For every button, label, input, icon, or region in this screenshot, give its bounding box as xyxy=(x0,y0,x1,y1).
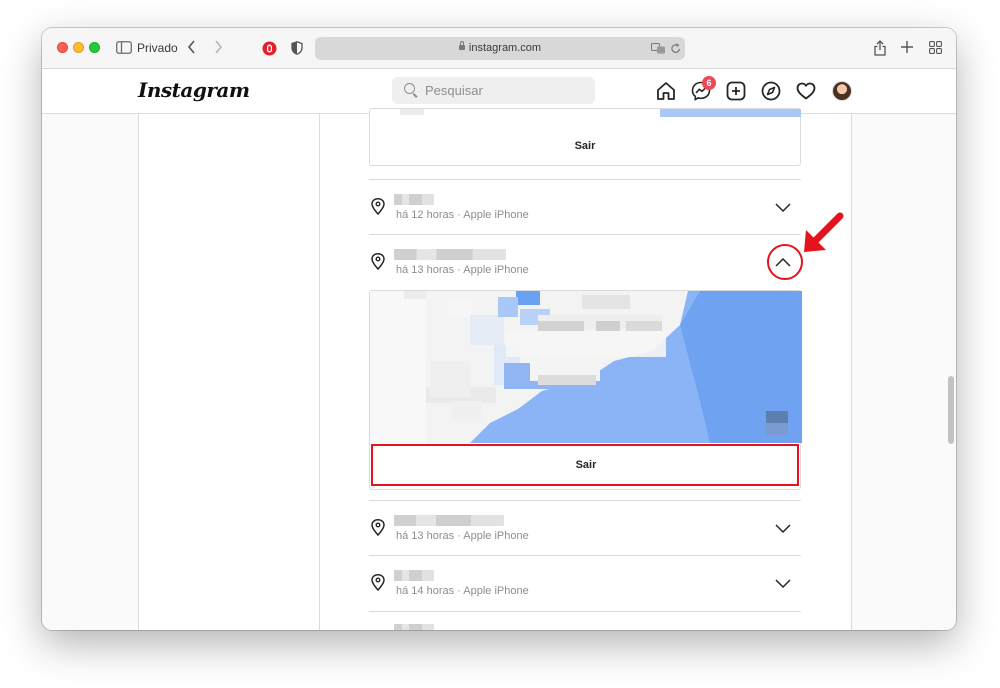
location-pin-icon xyxy=(371,574,385,596)
search-icon xyxy=(404,83,415,94)
explore-compass-icon[interactable] xyxy=(760,80,782,102)
privacy-shield-icon[interactable] xyxy=(290,40,304,56)
separator xyxy=(369,611,801,612)
scrollbar-thumb[interactable] xyxy=(948,376,954,444)
session-item-expanded[interactable]: há 13 horas · Apple iPhone xyxy=(369,235,801,290)
close-window-button[interactable] xyxy=(57,42,68,53)
logout-button[interactable]: Sair xyxy=(370,455,802,475)
login-activity-list: Sair há 12 horas · Apple iPhone há 13 ho… xyxy=(369,108,802,630)
session-meta: há 14 horas · Apple iPhone xyxy=(396,585,529,597)
session-meta: há 13 horas · Apple iPhone xyxy=(396,264,529,276)
session-meta: há 13 horas · Apple iPhone xyxy=(396,530,529,542)
logout-button[interactable]: Sair xyxy=(370,136,800,156)
chevron-down-icon[interactable] xyxy=(775,575,791,593)
location-pin-icon xyxy=(371,519,385,541)
location-pin-icon xyxy=(371,198,385,220)
url-text: instagram.com xyxy=(468,42,542,54)
reload-icon[interactable] xyxy=(670,42,681,54)
page-content: Sair há 12 horas · Apple iPhone há 13 ho… xyxy=(42,108,956,630)
search-input[interactable]: Pesquisar xyxy=(392,77,595,104)
private-mode-label: Privado xyxy=(137,41,178,55)
activity-heart-icon[interactable] xyxy=(795,80,817,102)
session-map-card-top: Sair xyxy=(369,108,801,166)
annotation-arrow-icon xyxy=(804,212,844,252)
share-icon[interactable] xyxy=(873,39,887,56)
session-map-card: Sair xyxy=(369,290,802,490)
session-location-blurred xyxy=(394,194,434,205)
settings-panel: Sair há 12 horas · Apple iPhone há 13 ho… xyxy=(138,108,852,630)
map-snippet xyxy=(660,109,801,117)
session-location-blurred xyxy=(394,515,504,526)
tab-overview-icon[interactable] xyxy=(928,40,942,54)
lock-icon xyxy=(458,41,465,50)
messages-count-badge: 6 xyxy=(702,76,716,90)
annotation-circle xyxy=(767,244,803,280)
session-location-blurred xyxy=(394,249,506,260)
adblock-extension-icon[interactable] xyxy=(261,40,277,56)
browser-toolbar: Privado instagram.com xyxy=(42,28,956,69)
location-map-pixelated xyxy=(370,291,802,443)
search-placeholder: Pesquisar xyxy=(425,83,483,98)
new-post-icon[interactable] xyxy=(725,80,747,102)
minimize-window-button[interactable] xyxy=(73,42,84,53)
sidebar-divider xyxy=(319,114,320,630)
session-item[interactable]: há 12 horas · Apple iPhone xyxy=(369,180,801,235)
forward-arrow-icon[interactable] xyxy=(212,40,224,54)
sidebar-toggle-icon[interactable] xyxy=(116,40,132,54)
chevron-down-icon[interactable] xyxy=(775,520,791,538)
session-meta: há 12 horas · Apple iPhone xyxy=(396,209,529,221)
home-icon[interactable] xyxy=(655,80,677,102)
session-item[interactable]: há 14 horas · Apple iPhone xyxy=(369,556,801,611)
session-location-blurred xyxy=(394,624,434,630)
address-bar[interactable]: instagram.com xyxy=(315,37,685,60)
zoom-window-button[interactable] xyxy=(89,42,100,53)
chevron-down-icon[interactable] xyxy=(775,199,791,217)
translate-icon[interactable] xyxy=(651,42,666,54)
new-tab-icon[interactable] xyxy=(900,40,914,54)
session-location-blurred xyxy=(394,570,434,581)
safari-window: Privado instagram.com Instagram Pesquisa… xyxy=(42,28,956,630)
back-arrow-icon[interactable] xyxy=(185,40,197,54)
instagram-logo[interactable]: Instagram xyxy=(138,78,250,102)
location-pin-icon xyxy=(371,253,385,275)
profile-avatar[interactable] xyxy=(832,81,852,101)
session-item[interactable]: há 13 horas · Apple iPhone xyxy=(369,501,801,556)
